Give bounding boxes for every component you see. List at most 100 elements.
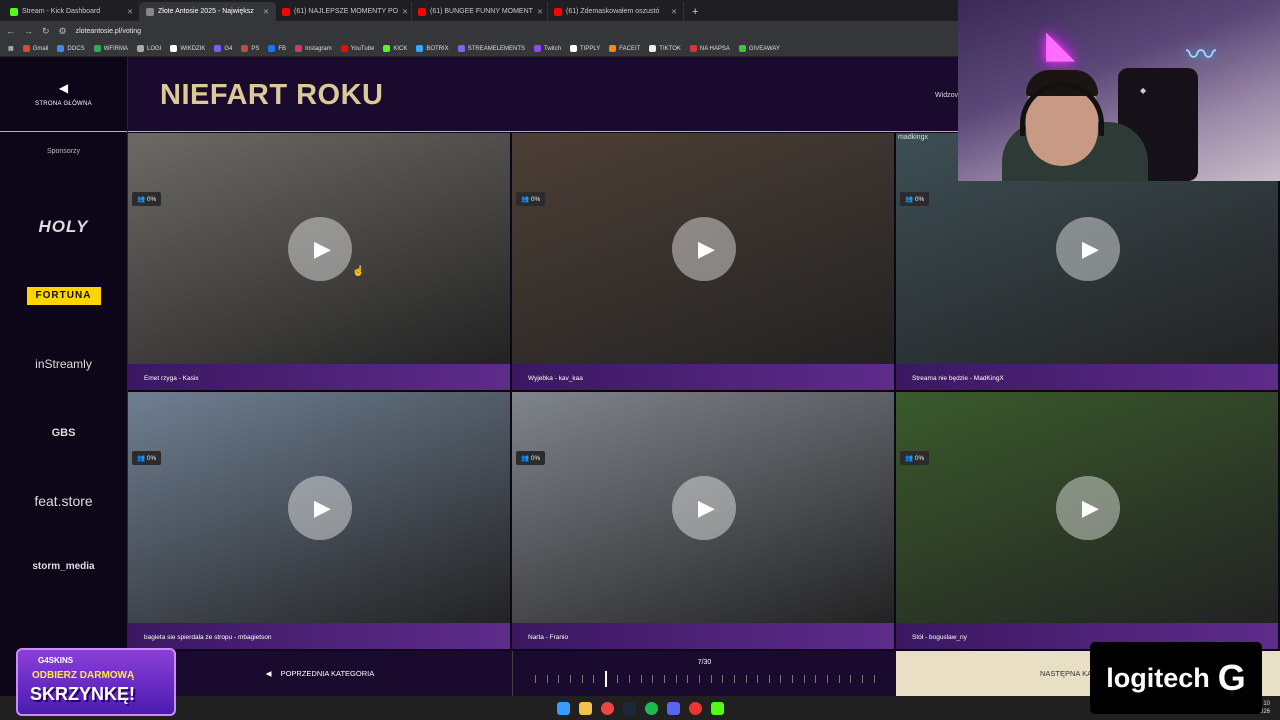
bookmark-item[interactable]: Gmail <box>22 45 48 52</box>
progress-tick <box>861 675 863 683</box>
chrome-icon[interactable] <box>600 701 614 715</box>
sponsor-logo-instreamly[interactable]: inStreamly <box>0 357 127 371</box>
vote-percent-badge: 👥 0% <box>900 192 930 206</box>
bookmark-item[interactable]: WFIRMA <box>93 45 128 52</box>
video-thumbnail[interactable]: 👥 0% ▶ <box>128 133 510 364</box>
bookmark-item[interactable]: FACEIT <box>609 45 640 52</box>
forward-icon[interactable]: → <box>24 26 33 36</box>
bookmark-favicon-icon <box>93 45 101 52</box>
bookmark-item[interactable]: G4 <box>214 45 232 52</box>
previous-category-button[interactable]: ◀ POPRZEDNIA KATEGORIA <box>128 651 512 696</box>
app-icon[interactable] <box>688 701 702 715</box>
play-icon[interactable]: ▶ <box>672 476 736 540</box>
progress-ticks <box>535 671 875 687</box>
bookmark-label: FACEIT <box>619 45 641 52</box>
url-field[interactable]: zloteantosie.pl/voting <box>76 28 141 35</box>
file-explorer-icon[interactable] <box>578 701 592 715</box>
play-icon[interactable]: ▶ <box>288 217 352 281</box>
users-icon: 👥 <box>521 196 531 203</box>
close-icon[interactable]: ✕ <box>263 8 269 16</box>
discord-icon[interactable] <box>666 701 680 715</box>
video-caption: Wyjebka - kav_kaa <box>512 364 894 390</box>
bookmark-favicon-icon <box>241 45 249 52</box>
kick-icon[interactable] <box>710 701 724 715</box>
bookmark-favicon-icon <box>738 45 746 52</box>
bookmark-item[interactable]: GIVEAWAY <box>738 45 780 52</box>
play-icon[interactable]: ▶ <box>1056 217 1120 281</box>
video-thumbnail[interactable]: 👥 0% ▶ <box>896 392 1278 623</box>
g4skins-ad-overlay: G4SKINS ODBIERZ DARMOWĄ SKRZYNKĘ! <box>16 648 176 716</box>
progress-tick <box>664 675 666 683</box>
mouse-cursor-icon: ☝ <box>352 266 365 277</box>
browser-tab-active[interactable]: Złote Antosie 2025 - Największ ✕ <box>140 2 276 21</box>
ad-line2: SKRZYNKĘ! <box>30 684 136 704</box>
site-info-icon[interactable]: ⚙ <box>59 26 67 37</box>
video-card[interactable]: 👥 0% ▶ Stół - boguslaw_ny <box>896 392 1279 650</box>
spotify-icon[interactable] <box>644 701 658 715</box>
close-icon[interactable]: ✕ <box>671 8 677 16</box>
back-icon[interactable]: ← <box>6 26 15 36</box>
bookmark-item[interactable]: STREAMELEMENTS <box>457 45 525 52</box>
bookmark-favicon-icon <box>268 45 276 52</box>
bookmark-item[interactable]: YouTube <box>340 45 374 52</box>
sponsors-heading: Sponsorzy <box>46 148 81 155</box>
vote-percent: 0% <box>914 196 925 203</box>
bookmark-item[interactable]: FB <box>268 45 286 52</box>
video-thumbnail[interactable]: 👥 0% ▶ <box>128 392 510 623</box>
steam-icon[interactable] <box>622 701 636 715</box>
windows-start-icon[interactable] <box>556 701 570 715</box>
browser-tab[interactable]: Stream - Kick Dashboard ✕ <box>4 2 140 21</box>
apps-icon[interactable]: ▦ <box>8 45 14 52</box>
play-icon[interactable]: ▶ <box>288 476 352 540</box>
progress-tick <box>687 675 689 683</box>
browser-tab[interactable]: (61) NAJLEPSZE MOMENTY PO ✕ <box>276 2 412 21</box>
play-icon[interactable]: ▶ <box>672 217 736 281</box>
sponsor-logo-featstore[interactable]: feat.store <box>0 493 127 509</box>
progress-tick <box>757 675 759 683</box>
sidebar: ◀ STRONA GŁÓWNA Sponsorzy HOLY FORTUNA i… <box>0 57 128 650</box>
video-thumbnail[interactable]: 👥 0% ▶ <box>512 392 894 623</box>
bookmark-item[interactable]: DOCS <box>57 45 85 52</box>
sponsor-logo-holy[interactable]: HOLY <box>0 217 127 237</box>
video-card[interactable]: 👥 0% ▶ Emet rzyga - Kasix <box>128 133 511 391</box>
sponsor-logo-fortuna[interactable]: FORTUNA <box>26 287 101 305</box>
new-tab-button[interactable]: + <box>684 6 706 21</box>
close-icon[interactable]: ✕ <box>402 8 408 16</box>
progress-tick <box>640 675 642 683</box>
play-icon[interactable]: ▶ <box>1056 476 1120 540</box>
progress-label: 7/30 <box>697 659 712 666</box>
bookmark-label: KICK <box>393 45 408 52</box>
progress-tick <box>569 675 571 683</box>
video-card[interactable]: 👥 0% ▶ Wyjebka - kav_kaa <box>512 133 895 391</box>
video-thumbnail[interactable]: 👥 0% ▶ <box>512 133 894 364</box>
logitech-g-icon: G <box>1217 657 1246 698</box>
vote-percent-badge: 👥 0% <box>900 451 930 465</box>
bookmark-item[interactable]: KICK <box>383 45 407 52</box>
browser-tab[interactable]: (61) BUNGEE FUNNY MOMENT ✕ <box>412 2 548 21</box>
chair-logo-icon: ◆ <box>1140 86 1147 95</box>
bookmark-item[interactable]: WIKDZIK <box>170 45 205 52</box>
page-title: NIEFART ROKU <box>160 79 384 111</box>
video-card[interactable]: 👥 0% ▶ Narta - Franio <box>512 392 895 650</box>
bookmark-item[interactable]: Twitch <box>534 45 561 52</box>
bookmark-item[interactable]: LOGI <box>137 45 161 52</box>
close-icon[interactable]: ✕ <box>127 8 133 16</box>
bookmark-item[interactable]: TIPPLY <box>570 45 600 52</box>
browser-tab[interactable]: (61) Zdemaskowałem oszustó ✕ <box>548 2 684 21</box>
youtube-favicon-icon <box>282 7 290 16</box>
bookmark-favicon-icon <box>457 45 465 52</box>
sponsor-logo-gbs[interactable]: GBS <box>0 427 127 439</box>
bookmark-favicon-icon <box>214 45 222 52</box>
bookmark-item[interactable]: NA HAPSA <box>689 45 730 52</box>
close-icon[interactable]: ✕ <box>537 8 543 16</box>
bookmark-item[interactable]: Instagram <box>295 45 332 52</box>
site-favicon-icon <box>146 7 154 16</box>
reload-icon[interactable]: ↻ <box>42 26 50 37</box>
bookmark-item[interactable]: PS <box>241 45 259 52</box>
bookmark-item[interactable]: TIKTOK <box>649 45 681 52</box>
home-button[interactable]: ◀ STRONA GŁÓWNA <box>0 57 127 132</box>
bookmark-item[interactable]: BOTRIX <box>416 45 449 52</box>
sponsor-logo-storm-media[interactable]: storm_media <box>0 561 127 572</box>
video-card[interactable]: 👥 0% ▶ bagieta sie spierdala ze stropu - m… <box>128 392 511 650</box>
progress-tick <box>581 675 583 683</box>
